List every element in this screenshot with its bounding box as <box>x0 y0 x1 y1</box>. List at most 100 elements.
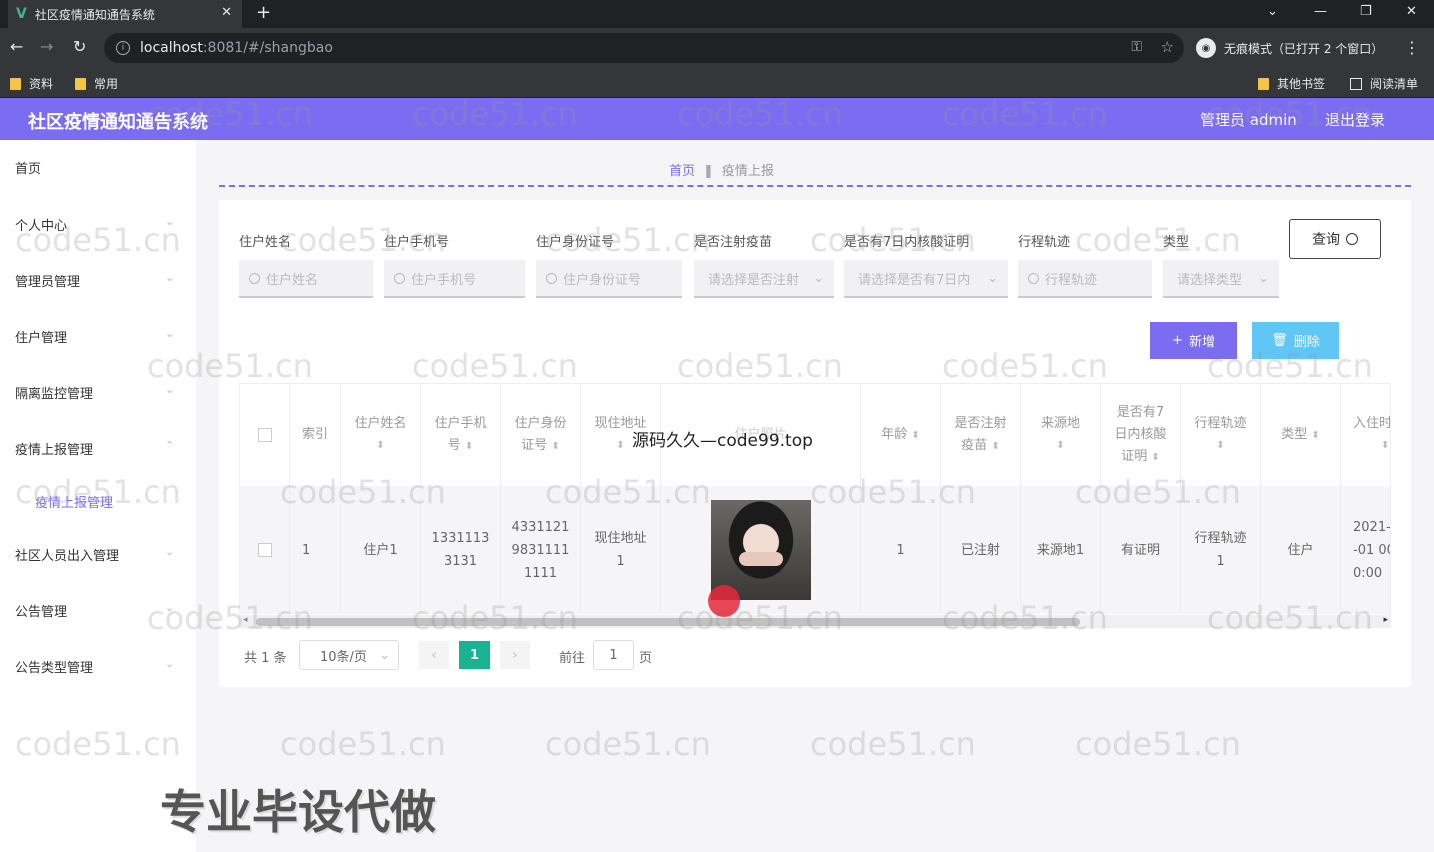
header-label: 疫苗 <box>961 437 988 453</box>
tab-search-icon[interactable]: ⌄ <box>1267 4 1278 19</box>
main-panel: 住户姓名 住户姓名 住户手机号 住户手机号 住户身份证号 住户身份证号 是否注射… <box>219 200 1411 687</box>
bookmark-folder-common[interactable]: 常用 <box>75 75 118 92</box>
sidebar-item-epidemic-report[interactable]: 疫情上报管理 <box>15 439 93 458</box>
sort-icon[interactable]: ⬍ <box>1056 435 1064 457</box>
next-page-button[interactable]: › <box>500 641 530 669</box>
password-key-icon[interactable]: ⚿ <box>1131 39 1142 55</box>
bookmark-label: 常用 <box>94 77 119 91</box>
page-size-select[interactable]: 10条/页 ⌄ <box>299 640 399 670</box>
forward-icon[interactable]: → <box>40 37 53 56</box>
restore-icon[interactable]: ❐ <box>1360 4 1372 19</box>
header-type[interactable]: 类型 ⬍ <box>1261 384 1341 486</box>
header-index: 索引 <box>290 384 341 486</box>
filter-idcard-input[interactable]: 住户身份证号 <box>536 260 682 298</box>
sidebar-item-profile[interactable]: 个人中心 <box>15 215 67 234</box>
header-time[interactable]: 入住时 ⬍ <box>1341 384 1390 486</box>
sort-icon[interactable]: ⬍ <box>991 441 999 452</box>
breadcrumb-separator-icon: ❚ <box>703 164 714 179</box>
url-host: localhost <box>140 40 203 56</box>
bookmark-star-icon[interactable]: ☆ <box>1161 38 1174 56</box>
close-tab-icon[interactable]: ✕ <box>221 5 232 20</box>
sidebar-item-notice-types[interactable]: 公告类型管理 <box>15 657 93 676</box>
header-label: 索引 <box>301 427 328 442</box>
filter-trace-input[interactable]: 行程轨迹 <box>1018 260 1152 298</box>
page-number-current[interactable]: 1 <box>459 641 490 669</box>
prev-page-button[interactable]: ‹ <box>419 641 449 669</box>
sort-icon[interactable]: ⬍ <box>1311 430 1319 441</box>
other-bookmarks[interactable]: 其他书签 <box>1258 75 1325 92</box>
sort-icon[interactable]: ⬍ <box>551 441 559 452</box>
query-button[interactable]: 查询 <box>1289 219 1381 259</box>
header-label: 年龄 <box>881 426 908 442</box>
watermark: code51.cn <box>280 725 446 763</box>
sidebar-subitem-epidemic-report[interactable]: 疫情上报管理 <box>35 492 113 511</box>
sort-icon[interactable]: ⬍ <box>1151 452 1159 463</box>
filter-nucleic-select[interactable]: 请选择是否有7日内 ⌄ <box>844 260 1008 298</box>
cell-photo <box>661 486 861 614</box>
header-vaccine[interactable]: 是否注射 疫苗 ⬍ <box>941 384 1021 486</box>
sidebar-item-home[interactable]: 首页 <box>15 158 41 177</box>
sidebar-item-residents[interactable]: 住户管理 <box>15 327 67 346</box>
scroll-right-icon[interactable]: ▸ <box>1383 615 1388 625</box>
reload-icon[interactable]: ↻ <box>73 37 86 56</box>
new-tab-icon[interactable]: + <box>256 2 271 23</box>
sidebar-item-access[interactable]: 社区人员出入管理 <box>15 545 119 564</box>
browser-toolbar: ← → ↻ i localhost:8081/#/shangbao ⚿ ☆ ◉ … <box>0 28 1434 68</box>
filter-vaccine-select[interactable]: 请选择是否注射 ⌄ <box>694 260 834 298</box>
tab-title: 社区疫情通知通告系统 <box>34 7 155 22</box>
select-all-checkbox[interactable] <box>257 428 272 442</box>
cell-time: 2021- -01 00 0:00 <box>1341 486 1390 614</box>
address-bar[interactable]: i localhost:8081/#/shangbao ⚿ ☆ <box>104 33 1184 63</box>
row-select-cell <box>240 486 290 614</box>
sidebar-item-notices[interactable]: 公告管理 <box>15 601 67 620</box>
scroll-left-icon[interactable]: ◂ <box>243 615 248 625</box>
cell-text: 1 <box>616 554 625 569</box>
filter-name-input[interactable]: 住户姓名 <box>239 260 373 298</box>
filter-type-select[interactable]: 请选择类型 ⌄ <box>1163 260 1279 298</box>
browser-tab[interactable]: V 社区疫情通知通告系统 ✕ <box>8 0 242 28</box>
sidebar-item-admin[interactable]: 管理员管理 <box>15 271 80 290</box>
cell-index: 1 <box>290 486 341 614</box>
minimize-icon[interactable]: — <box>1314 4 1327 19</box>
reading-list[interactable]: 阅读清单 <box>1350 75 1418 92</box>
cell-text: 9831111 <box>511 542 570 558</box>
chevron-down-icon: ⌄ <box>165 545 175 558</box>
scrollbar-thumb[interactable] <box>256 618 1080 626</box>
bookmark-folder-resources[interactable]: 资料 <box>10 75 53 92</box>
header-label: 证号 <box>521 437 548 453</box>
window-close-icon[interactable]: ✕ <box>1406 4 1417 19</box>
cell-trace: 行程轨迹 1 <box>1181 486 1261 614</box>
browser-menu-icon[interactable]: ⋮ <box>1404 38 1420 57</box>
header-phone[interactable]: 住户手机号 ⬍ <box>421 384 501 486</box>
breadcrumb-home[interactable]: 首页 <box>669 164 695 179</box>
header-idcard[interactable]: 住户身份 证号 ⬍ <box>501 384 581 486</box>
add-button[interactable]: + 新增 <box>1150 322 1237 359</box>
sort-icon[interactable]: ⬍ <box>616 435 624 457</box>
sort-icon[interactable]: ⬍ <box>376 435 384 457</box>
delete-button[interactable]: 🗑 删除 <box>1252 322 1339 359</box>
header-origin[interactable]: 来源地 ⬍ <box>1021 384 1101 486</box>
sidebar-item-isolation[interactable]: 隔离监控管理 <box>15 383 93 402</box>
row-checkbox[interactable] <box>257 543 272 557</box>
cell-type: 住户 <box>1261 486 1341 614</box>
header-name[interactable]: 住户姓名 ⬍ <box>341 384 421 486</box>
filter-phone-input[interactable]: 住户手机号 <box>384 260 525 298</box>
header-age[interactable]: 年龄 ⬍ <box>861 384 941 486</box>
site-info-icon[interactable]: i <box>116 41 130 55</box>
select-all-cell <box>240 384 290 486</box>
sort-icon[interactable]: ⬍ <box>465 441 473 452</box>
horizontal-scrollbar[interactable]: ◂ ▸ <box>240 615 1390 627</box>
header-nucleic[interactable]: 是否有7 日内核酸 证明 ⬍ <box>1101 384 1181 486</box>
incognito-indicator[interactable]: ◉ 无痕模式（已打开 2 个窗口） <box>1196 34 1383 62</box>
promo-overlay-text: 专业毕设代做 <box>160 785 436 839</box>
back-icon[interactable]: ← <box>10 37 23 56</box>
placeholder: 住户身份证号 <box>563 272 642 288</box>
goto-page-input[interactable]: 1 <box>593 640 634 670</box>
page-size-label: 10条/页 <box>320 649 367 665</box>
sort-icon[interactable]: ⬍ <box>911 430 919 441</box>
sort-icon[interactable]: ⬍ <box>1353 435 1389 457</box>
sort-icon[interactable]: ⬍ <box>1216 435 1224 457</box>
chevron-down-icon: ⌄ <box>165 657 175 670</box>
header-trace[interactable]: 行程轨迹 ⬍ <box>1181 384 1261 486</box>
logout-link[interactable]: 退出登录 <box>1325 109 1385 130</box>
